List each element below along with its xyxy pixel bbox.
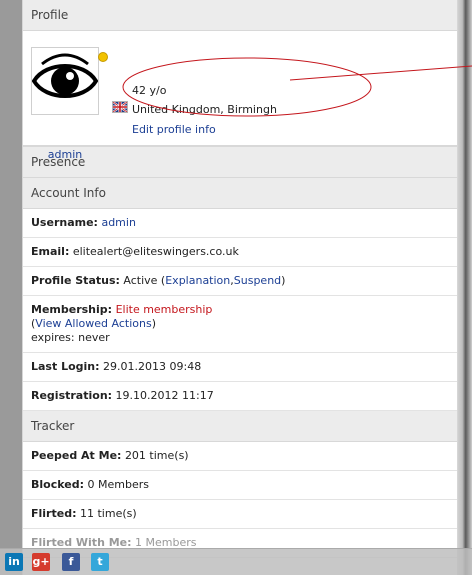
username-label: Username: — [31, 216, 98, 229]
email-row: Email: elitealert@eliteswingers.co.uk — [23, 238, 457, 267]
profile-header-label: Profile — [31, 8, 69, 22]
profile-status-label: Profile Status: — [31, 274, 120, 287]
registration-label: Registration: — [31, 389, 113, 402]
google-plus-icon[interactable]: g+ — [32, 553, 50, 571]
avatar-username-link[interactable]: admin — [31, 148, 99, 161]
profile-status-row: Profile Status: Active (Explanation,Susp… — [23, 267, 457, 296]
last-login-row: Last Login: 29.01.2013 09:48 — [23, 353, 457, 382]
right-background — [456, 0, 472, 575]
registration-row: Registration: 19.10.2012 11:17 — [23, 382, 457, 411]
account-header-label: Account Info — [31, 186, 106, 200]
age-text: 42 y/o — [132, 84, 167, 97]
username-row: Username: admin — [23, 209, 457, 238]
profile-status-value: Active ( — [123, 274, 166, 287]
peeped-row: Peeped At Me: 201 time(s) — [23, 442, 457, 471]
membership-label: Membership: — [31, 303, 113, 316]
linkedin-icon[interactable]: in — [5, 553, 23, 571]
suspend-link[interactable]: Suspend — [234, 274, 281, 287]
blocked-label: Blocked: — [31, 478, 84, 491]
email-label: Email: — [31, 245, 70, 258]
status-close-paren: ) — [281, 274, 286, 287]
last-login-label: Last Login: — [31, 360, 100, 373]
explanation-link[interactable]: Explanation — [165, 274, 230, 287]
profile-panel: Profile admin 42 y/o United Kingdom, Bir… — [22, 0, 458, 575]
flirted-label: Flirted: — [31, 507, 77, 520]
flirted-value: 11 time(s) — [79, 507, 137, 520]
email-value: elitealert@eliteswingers.co.uk — [72, 245, 239, 258]
avatar[interactable] — [31, 47, 108, 115]
eye-icon — [31, 53, 99, 98]
view-allowed-actions-link[interactable]: View Allowed Actions — [35, 317, 151, 330]
left-background — [0, 0, 22, 575]
membership-row: Membership: Elite membership (View Allow… — [23, 296, 457, 353]
membership-value: Elite membership — [115, 303, 213, 316]
share-bar: in g+ f t — [0, 548, 472, 575]
account-section-header: Account Info — [23, 178, 457, 209]
last-login-value: 29.01.2013 09:48 — [103, 360, 202, 373]
online-status-icon — [98, 52, 108, 62]
profile-summary: admin 42 y/o United Kingdom, Birmingh Ed… — [23, 31, 457, 161]
facebook-icon[interactable]: f — [62, 553, 80, 571]
blocked-row: Blocked: 0 Members — [23, 471, 457, 500]
membership-expires: expires: never — [31, 331, 110, 344]
uk-flag-icon — [112, 101, 128, 113]
flirted-row: Flirted: 11 time(s) — [23, 500, 457, 529]
edit-profile-link[interactable]: Edit profile info — [132, 123, 216, 136]
twitter-icon[interactable]: t — [91, 553, 109, 571]
peeped-label: Peeped At Me: — [31, 449, 122, 462]
peeped-value: 201 time(s) — [124, 449, 189, 462]
allowed-close-paren: ) — [151, 317, 156, 330]
registration-value: 19.10.2012 11:17 — [115, 389, 214, 402]
username-link[interactable]: admin — [101, 216, 135, 229]
blocked-value: 0 Members — [87, 478, 149, 491]
location-text: United Kingdom, Birmingh — [132, 103, 277, 116]
tracker-section-header: Tracker — [23, 411, 457, 442]
profile-section-header: Profile — [23, 0, 457, 31]
tracker-header-label: Tracker — [31, 419, 75, 433]
